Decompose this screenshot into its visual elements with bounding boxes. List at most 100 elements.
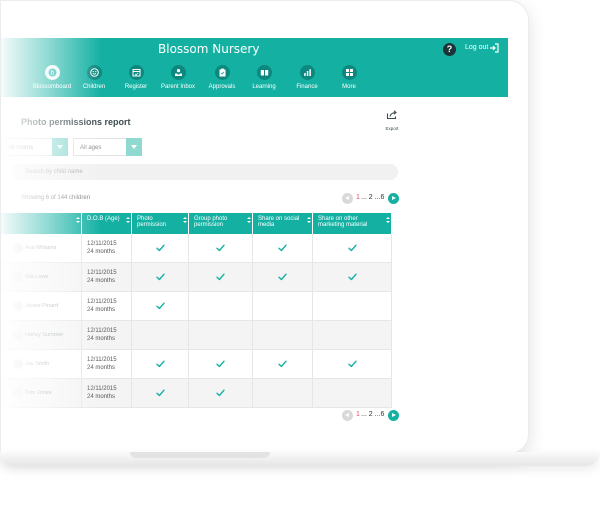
inbox-icon xyxy=(170,65,186,80)
checkmark-icon xyxy=(347,244,357,252)
column-header-dob[interactable]: D.O.B (Age) xyxy=(81,213,132,234)
dob-cell: 12/11/2015 24 months xyxy=(81,234,132,263)
permission-cell-marketing xyxy=(312,378,392,408)
checkmark-icon xyxy=(347,273,357,281)
permission-cell-social xyxy=(252,378,313,408)
checkmark-icon xyxy=(278,244,287,252)
search-input[interactable]: Search by child name xyxy=(11,164,398,180)
grid-icon xyxy=(341,65,357,80)
page-links[interactable]: ... 2 ...6 xyxy=(361,194,384,201)
export-label: Export xyxy=(385,126,399,131)
checkmark-icon xyxy=(155,389,165,397)
results-count: Showing 6 of 144 children xyxy=(21,195,91,201)
child-name[interactable]: Jos Smith xyxy=(25,361,49,367)
permission-cell-social xyxy=(252,234,313,263)
logout-icon[interactable] xyxy=(489,43,499,53)
nav-label: More xyxy=(342,84,356,90)
checkmark-icon xyxy=(278,273,287,281)
column-header-group-photo[interactable]: Group photo permission xyxy=(188,213,253,234)
child-name-cell[interactable]: Ava Williams xyxy=(1,234,82,263)
checkmark-icon xyxy=(216,244,225,252)
child-name-cell[interactable]: Jos Smith xyxy=(1,349,82,379)
table-row: Harley Summer 12/11/2015 24 months xyxy=(1,320,392,350)
table-row: Ava Williams 12/11/2015 24 months xyxy=(1,234,392,263)
checkmark-icon xyxy=(155,302,165,310)
book-icon xyxy=(256,65,272,80)
page-links[interactable]: ... 2 ...6 xyxy=(361,411,384,418)
child-name-cell[interactable]: Jessie Pinard xyxy=(1,291,82,321)
next-page-icon[interactable] xyxy=(388,193,399,204)
child-name-cell[interactable]: Mia Lowe xyxy=(1,262,82,292)
child-name[interactable]: Harley Summer xyxy=(25,332,63,338)
child-name[interactable]: Ava Williams xyxy=(25,245,56,251)
nav-item-more[interactable]: More xyxy=(324,65,374,97)
age-text: 24 months xyxy=(87,336,116,342)
permission-cell-group xyxy=(188,320,253,350)
dob-date: 12/11/2015 xyxy=(87,357,117,363)
age-text: 24 months xyxy=(87,249,116,255)
permission-cell-social xyxy=(252,262,313,292)
permission-cell-social xyxy=(252,291,313,321)
avatar xyxy=(13,272,23,282)
permission-cell-marketing xyxy=(312,291,392,321)
dob-cell: 12/11/2015 24 months xyxy=(81,320,132,350)
dob-date: 12/11/2015 xyxy=(87,241,117,247)
avatar xyxy=(13,388,23,398)
permission-cell-marketing xyxy=(312,349,392,379)
child-name-cell[interactable]: Harley Summer xyxy=(1,320,82,350)
permission-cell-social xyxy=(252,320,313,350)
permission-cell-group xyxy=(188,349,253,379)
column-header-photo[interactable]: Photo permission xyxy=(131,213,189,234)
export-icon xyxy=(386,110,397,120)
help-button[interactable]: ? xyxy=(443,43,456,56)
previous-page-icon[interactable] xyxy=(342,410,353,421)
permission-cell-group xyxy=(188,291,253,321)
laptop-notch xyxy=(130,452,270,458)
chevron-down-icon[interactable] xyxy=(126,138,142,156)
child-name[interactable]: Tom Jones xyxy=(25,390,52,396)
nav-label: Parent Inbox xyxy=(160,84,196,90)
checkmark-icon xyxy=(278,360,287,368)
logout-button[interactable]: Log out xyxy=(465,44,488,51)
avatar xyxy=(13,330,23,340)
permission-cell-photo xyxy=(131,349,189,379)
child-name[interactable]: Jessie Pinard xyxy=(25,303,58,309)
dob-cell: 12/11/2015 24 months xyxy=(81,349,132,379)
age-filter-select[interactable]: All ages xyxy=(73,138,127,156)
previous-page-icon[interactable] xyxy=(342,193,353,204)
permission-cell-photo xyxy=(131,320,189,350)
current-page[interactable]: 1 xyxy=(356,194,360,201)
avatar xyxy=(13,359,23,369)
main-nav: b Blossomboard Children Register Parent … xyxy=(1,65,508,97)
dob-cell: 12/11/2015 24 months xyxy=(81,262,132,292)
next-page-icon[interactable] xyxy=(388,410,399,421)
checkmark-icon xyxy=(155,360,165,368)
permissions-table: D.O.B (Age) Photo permission Group photo… xyxy=(1,213,392,408)
permission-cell-photo xyxy=(131,291,189,321)
checkmark-icon xyxy=(155,273,165,281)
permission-cell-marketing xyxy=(312,320,392,350)
table-row: Tom Jones 12/11/2015 24 months xyxy=(1,378,392,408)
permission-cell-marketing xyxy=(312,234,392,263)
app-title: Blossom Nursery xyxy=(158,42,260,56)
checkmark-icon xyxy=(155,244,165,252)
permission-cell-group xyxy=(188,378,253,408)
export-button[interactable]: Export xyxy=(381,107,403,131)
nav-item-parent-inbox[interactable]: Parent Inbox xyxy=(153,65,203,97)
table-header-row: D.O.B (Age) Photo permission Group photo… xyxy=(1,213,392,234)
checkmark-icon xyxy=(216,360,225,368)
current-page[interactable]: 1 xyxy=(356,411,360,418)
column-header-name[interactable] xyxy=(1,213,82,234)
chevron-down-icon[interactable] xyxy=(52,138,68,156)
checkmark-icon xyxy=(216,389,225,397)
permission-cell-photo xyxy=(131,234,189,263)
child-name[interactable]: Mia Lowe xyxy=(25,274,49,280)
column-header-social[interactable]: Share on social media xyxy=(252,213,313,234)
room-filter-select[interactable]: All rooms xyxy=(1,138,53,156)
age-text: 24 months xyxy=(87,278,116,284)
avatar xyxy=(13,243,23,253)
child-name-cell[interactable]: Tom Jones xyxy=(1,378,82,408)
column-header-marketing[interactable]: Share on other marketing material xyxy=(312,213,392,234)
permission-cell-photo xyxy=(131,378,189,408)
pagination-bottom: 1 ... 2 ...6 xyxy=(342,410,402,422)
